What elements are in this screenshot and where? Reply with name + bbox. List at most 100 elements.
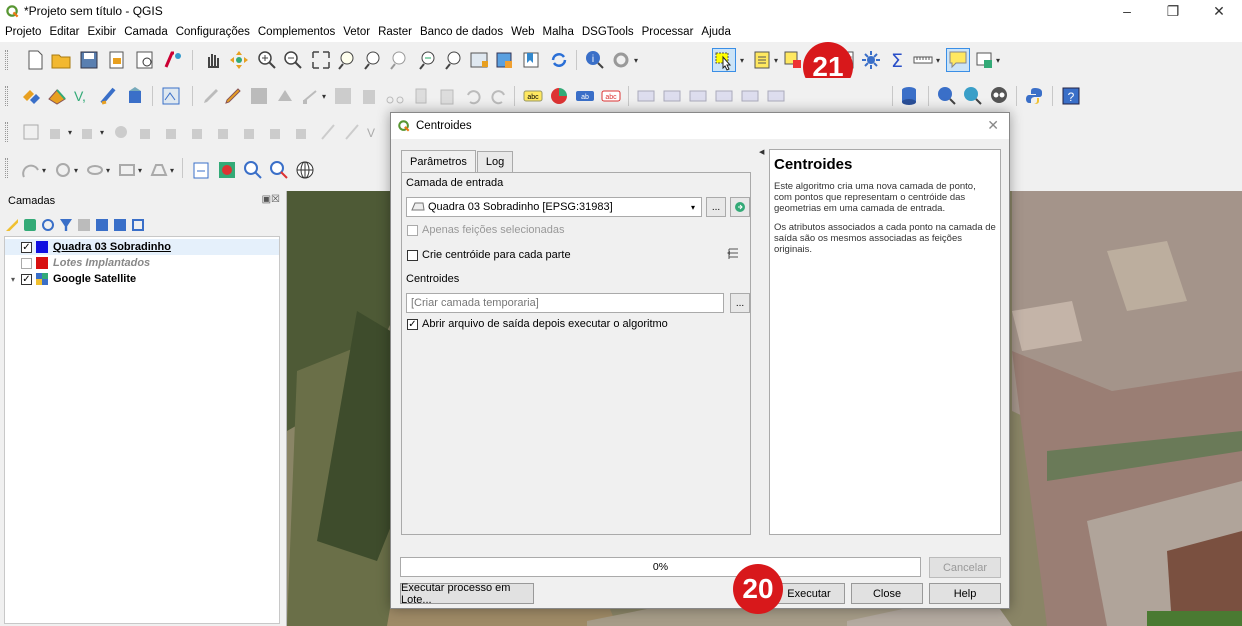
digitize-icon[interactable] — [20, 121, 42, 143]
expand-all-icon[interactable] — [96, 219, 108, 231]
filter-legend-icon[interactable] — [60, 219, 72, 231]
highlight-pinned-labels-icon[interactable]: ab — [574, 85, 596, 107]
undo-icon[interactable] — [462, 85, 484, 107]
zoom-out-icon[interactable] — [282, 49, 304, 71]
modify-attributes-icon[interactable] — [332, 85, 354, 107]
data-source-manager-icon[interactable] — [20, 85, 42, 107]
save-layer-edits-icon[interactable] — [248, 85, 270, 107]
unpin-label-icon[interactable] — [766, 85, 788, 107]
statistics-sigma-icon[interactable]: Σ — [886, 49, 908, 71]
dialog-close-icon[interactable]: ✕ — [987, 117, 999, 134]
add-delimited-text-icon[interactable]: V, — [72, 85, 94, 107]
shape-rectangle-icon[interactable] — [116, 159, 138, 181]
layer-diagram-icon[interactable] — [548, 85, 570, 107]
layer-checkbox[interactable]: ✓ — [21, 241, 32, 253]
manage-visibility-icon[interactable] — [42, 219, 54, 231]
actions-icon[interactable] — [610, 49, 632, 71]
database-icon[interactable] — [898, 85, 920, 107]
select-by-value-icon[interactable] — [752, 49, 774, 71]
close-icon[interactable]: ✕ — [1196, 0, 1242, 22]
output-field[interactable]: [Criar camada temporaria] — [406, 293, 724, 313]
spy-plugin-icon[interactable] — [988, 85, 1010, 107]
zoom-last-icon[interactable] — [416, 49, 438, 71]
add-postgis-icon[interactable] — [124, 85, 146, 107]
shape-digitize-icon[interactable] — [20, 159, 42, 181]
new-bookmark-icon[interactable] — [520, 49, 542, 71]
paste-features-icon[interactable] — [436, 85, 458, 107]
add-feature-icon[interactable] — [274, 85, 296, 107]
label-layer-icon[interactable]: abc — [522, 85, 544, 107]
new-map-view-icon[interactable] — [468, 49, 490, 71]
close-button[interactable]: Close — [851, 583, 923, 604]
advanced-digitize-4-icon[interactable] — [136, 121, 158, 143]
menu-malha[interactable]: Malha — [543, 26, 574, 38]
add-group-icon[interactable] — [24, 219, 36, 231]
filter-expression-icon[interactable] — [78, 219, 90, 231]
output-browse-button[interactable]: ... — [730, 293, 750, 313]
identify-icon[interactable]: i — [584, 49, 606, 71]
pan-icon[interactable] — [202, 49, 224, 71]
menu-web[interactable]: Web — [511, 26, 534, 38]
selected-only-checkbox[interactable] — [407, 224, 418, 236]
pin-labels-icon[interactable]: abc — [600, 85, 622, 107]
globe-search-icon[interactable] — [936, 85, 958, 107]
advanced-digitize-6-icon[interactable] — [188, 121, 210, 143]
edit-pencil-icon[interactable] — [222, 85, 244, 107]
tab-parametros[interactable]: Parâmetros — [401, 150, 476, 172]
panel-float-close-icon[interactable]: ▣☒ — [262, 194, 280, 205]
layer-item-quadra[interactable]: ✓ Quadra 03 Sobradinho — [5, 239, 279, 255]
add-spatialite-icon[interactable] — [98, 85, 120, 107]
zoom-native-icon[interactable] — [388, 49, 410, 71]
cut-features-icon[interactable] — [384, 85, 406, 107]
layer-checkbox[interactable]: ✓ — [21, 273, 32, 285]
menu-raster[interactable]: Raster — [378, 26, 412, 38]
open-project-icon[interactable] — [50, 49, 72, 71]
advanced-digitize-10-icon[interactable] — [292, 121, 314, 143]
input-layer-combo[interactable]: Quadra 03 Sobradinho [EPSG:31983] ▾ — [406, 197, 702, 217]
menu-configuracoes[interactable]: Configurações — [176, 26, 250, 38]
collapse-help-icon[interactable]: ◀ — [759, 148, 764, 156]
advanced-digitize-2-icon[interactable] — [78, 121, 100, 143]
new-print-layout-icon[interactable] — [106, 49, 128, 71]
zoom-to-layer-icon[interactable] — [362, 49, 384, 71]
menu-dsgtools[interactable]: DSGTools — [582, 26, 634, 38]
rotate-label-icon[interactable] — [688, 85, 710, 107]
data-defined-override-icon[interactable] — [726, 247, 742, 261]
processing-toolbox-icon[interactable] — [860, 49, 882, 71]
style-manager-icon[interactable] — [162, 49, 184, 71]
select-features-icon[interactable] — [712, 48, 736, 72]
iterate-features-button[interactable] — [730, 197, 750, 217]
menu-projeto[interactable]: Projeto — [5, 26, 41, 38]
redo-icon[interactable] — [488, 85, 510, 107]
shape-ellipse-icon[interactable] — [84, 159, 106, 181]
advanced-digitize-8-icon[interactable] — [240, 121, 262, 143]
vertex-tool-icon[interactable] — [300, 85, 322, 107]
menu-camada[interactable]: Camada — [124, 26, 167, 38]
new-project-icon[interactable] — [24, 49, 46, 71]
advanced-digitize-11-icon[interactable] — [318, 121, 340, 143]
toggle-editing-icon[interactable] — [200, 85, 222, 107]
search-remove-icon[interactable] — [268, 159, 290, 181]
search-zoom-icon[interactable] — [242, 159, 264, 181]
advanced-digitize-5-icon[interactable] — [162, 121, 184, 143]
delete-selected-icon[interactable] — [358, 85, 380, 107]
style-layer-icon[interactable] — [6, 219, 18, 231]
cancel-button[interactable]: Cancelar — [929, 557, 1001, 578]
expand-arrow-icon[interactable]: ▾ — [5, 275, 21, 284]
input-browse-button[interactable]: ... — [706, 197, 726, 217]
shape-circle-icon[interactable] — [52, 159, 74, 181]
new-annotation-icon[interactable] — [974, 49, 996, 71]
change-label-icon[interactable] — [714, 85, 736, 107]
menu-exibir[interactable]: Exibir — [87, 26, 116, 38]
menu-complementos[interactable]: Complementos — [258, 26, 335, 38]
help-icon[interactable]: ? — [1060, 85, 1082, 107]
globe-icon[interactable] — [294, 159, 316, 181]
restore-icon[interactable]: ❐ — [1150, 0, 1196, 22]
clipboard-layer-icon[interactable] — [190, 159, 212, 181]
georeferencer-icon[interactable] — [216, 159, 238, 181]
globe-zoom-icon[interactable] — [962, 85, 984, 107]
new-3d-view-icon[interactable] — [494, 49, 516, 71]
save-project-icon[interactable] — [78, 49, 100, 71]
collapse-all-icon[interactable] — [114, 219, 126, 231]
remove-layer-icon[interactable] — [132, 219, 144, 231]
